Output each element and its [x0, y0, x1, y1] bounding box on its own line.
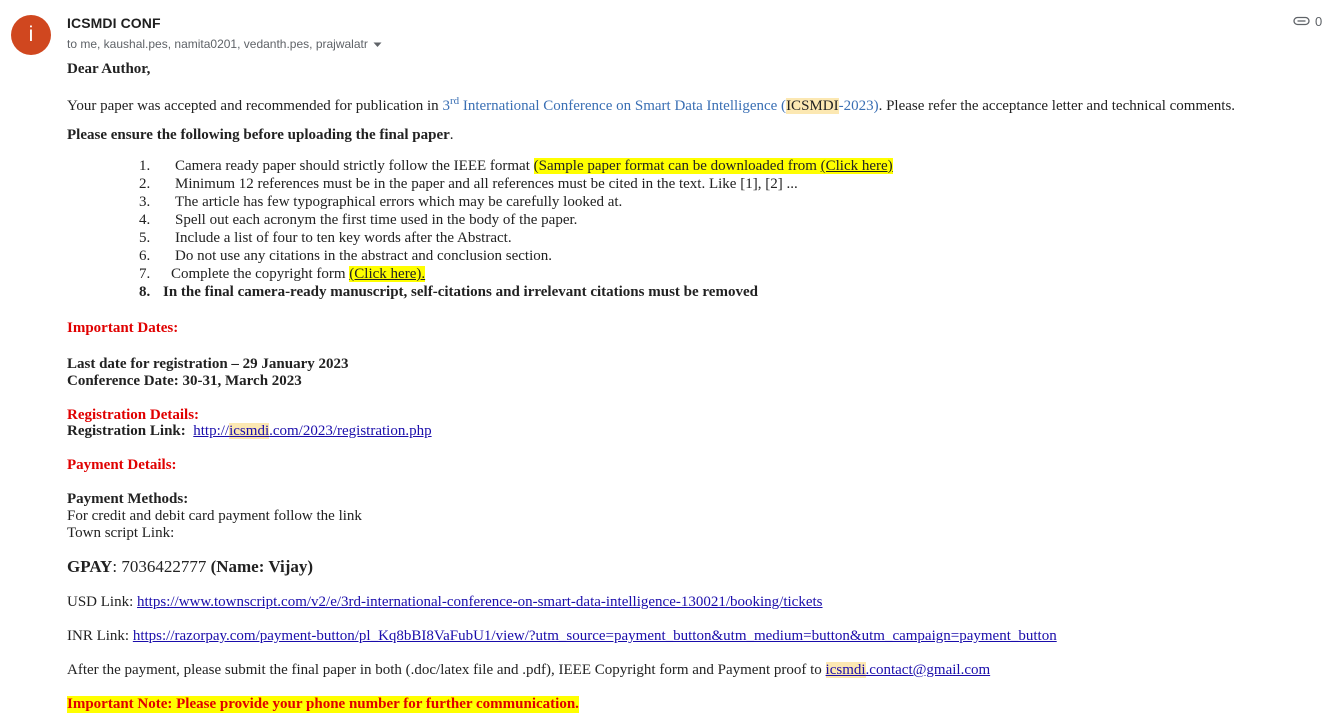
conf-number: 3: [442, 98, 450, 114]
registration-link-highlight: icsmdi: [229, 423, 270, 439]
list-number: 1.: [139, 158, 151, 174]
list-item: 6. Do not use any citations in the abstra…: [139, 248, 552, 265]
list-text: In the final camera-ready manuscript, se…: [163, 284, 758, 300]
attachment-count: 0: [1315, 14, 1323, 29]
list-number: 5.: [139, 230, 151, 246]
list-number: 4.: [139, 212, 151, 228]
list-item: 8. In the final camera-ready manuscript, …: [139, 284, 758, 301]
contact-email-link[interactable]: icsmdi.contact@gmail.com: [825, 662, 991, 678]
ensure-bold: Please ensure the following before uploa…: [67, 127, 450, 143]
chevron-down-icon[interactable]: [373, 37, 382, 51]
copyright-form-link[interactable]: (Click here).: [349, 266, 426, 282]
list-item: 4. Spell out each acronym the first time …: [139, 212, 577, 229]
usd-payment-link[interactable]: https://www.townscript.com/v2/e/3rd-inte…: [137, 594, 823, 610]
list-text: Complete the copyright form: [171, 266, 350, 282]
list-number: 8.: [139, 284, 151, 300]
payment-methods: Payment Methods:: [67, 491, 189, 507]
registration-label: Registration Link:: [67, 423, 186, 439]
payment-line-2: Town script Link:: [67, 525, 175, 541]
list-item: 7. Complete the copyright form (Click her…: [139, 266, 426, 283]
sender-name[interactable]: ICSMDI CONF: [67, 15, 161, 31]
registration-line: Registration Link: http://icsmdi.com/202…: [67, 423, 432, 440]
list-item: 5. Include a list of four to ten key word…: [139, 230, 512, 247]
gpay-name: (Name: Vijay): [210, 557, 314, 576]
conf-year: -2023): [838, 98, 879, 114]
usd-line: USD Link: https://www.townscript.com/v2/…: [67, 594, 823, 611]
list-number: 7.: [139, 266, 151, 282]
recipients-line[interactable]: to me, kaushal.pes, namita0201, vedanth.…: [67, 37, 382, 51]
conf-abbr: ICSMDI: [786, 98, 839, 114]
payment-line-1: For credit and debit card payment follow…: [67, 508, 362, 524]
ensure-dot: .: [449, 127, 454, 143]
list-item: 1. Camera ready paper should strictly fol…: [139, 158, 893, 175]
email-highlight: icsmdi: [825, 662, 866, 678]
inr-label: INR Link:: [67, 628, 133, 644]
list-text: The article has few typographical errors…: [175, 194, 623, 210]
list-text: Spell out each acronym the first time us…: [175, 212, 578, 228]
list-number: 2.: [139, 176, 151, 192]
acceptance-tail: . Please refer the acceptance letter and…: [878, 98, 1236, 114]
attachment-indicator[interactable]: 0: [1293, 14, 1322, 29]
list-text: Include a list of four to ten key words …: [175, 230, 512, 246]
gpay-number: : 7036422777: [112, 557, 211, 576]
sample-paper-link[interactable]: (Click here): [821, 158, 893, 174]
after-payment-text: After the payment, please submit the fin…: [67, 662, 826, 678]
registration-link-prefix: http://: [193, 423, 230, 439]
greeting: Dear Author,: [67, 61, 151, 77]
list-text: Camera ready paper should strictly follo…: [175, 158, 534, 174]
recipients-text: to me, kaushal.pes, namita0201, vedanth.…: [67, 37, 368, 51]
list-number: 3.: [139, 194, 151, 210]
gpay-line: GPAY: 7036422777 (Name: Vijay): [67, 557, 313, 577]
usd-label: USD Link:: [67, 594, 138, 610]
registration-link[interactable]: http://icsmdi.com/2023/registration.php: [193, 423, 432, 439]
list-number: 6.: [139, 248, 151, 264]
registration-link-suffix: .com/2023/registration.php: [269, 423, 432, 439]
acceptance-paragraph: Your paper was accepted and recommended …: [67, 95, 1235, 115]
registration-title: Registration Details:: [67, 407, 200, 423]
gpay-label: GPAY: [67, 557, 113, 576]
conference-date: Conference Date: 30-31, March 2023: [67, 373, 302, 389]
list-text: Minimum 12 references must be in the pap…: [175, 176, 798, 192]
important-note: Important Note: Please provide your phon…: [67, 696, 579, 713]
payment-title: Payment Details:: [67, 457, 177, 473]
email-rest: .contact@gmail.com: [865, 662, 991, 678]
paperclip-icon: [1293, 14, 1311, 29]
last-registration-date: Last date for registration – 29 January …: [67, 356, 349, 372]
acceptance-text: Your paper was accepted and recommended …: [67, 98, 443, 114]
conference-name[interactable]: 3rd International Conference on Smart Da…: [442, 95, 879, 114]
list-item: 3. The article has few typographical erro…: [139, 194, 622, 211]
important-dates-title: Important Dates:: [67, 320, 179, 336]
ensure-heading: Please ensure the following before uploa…: [67, 127, 454, 144]
sample-format-highlight: (Sample paper format can be downloaded f…: [533, 158, 893, 174]
sample-format-text: (Sample paper format can be downloaded f…: [533, 158, 821, 174]
conf-title: International Conference on Smart Data I…: [459, 98, 787, 114]
list-text: Do not use any citations in the abstract…: [175, 248, 552, 264]
sender-avatar[interactable]: i: [11, 15, 51, 55]
after-payment-line: After the payment, please submit the fin…: [67, 662, 990, 679]
inr-line: INR Link: https://razorpay.com/payment-b…: [67, 628, 1057, 645]
list-item: 2. Minimum 12 references must be in the p…: [139, 176, 798, 193]
inr-payment-link[interactable]: https://razorpay.com/payment-button/pl_K…: [133, 628, 1057, 644]
conf-superscript: rd: [449, 95, 460, 107]
